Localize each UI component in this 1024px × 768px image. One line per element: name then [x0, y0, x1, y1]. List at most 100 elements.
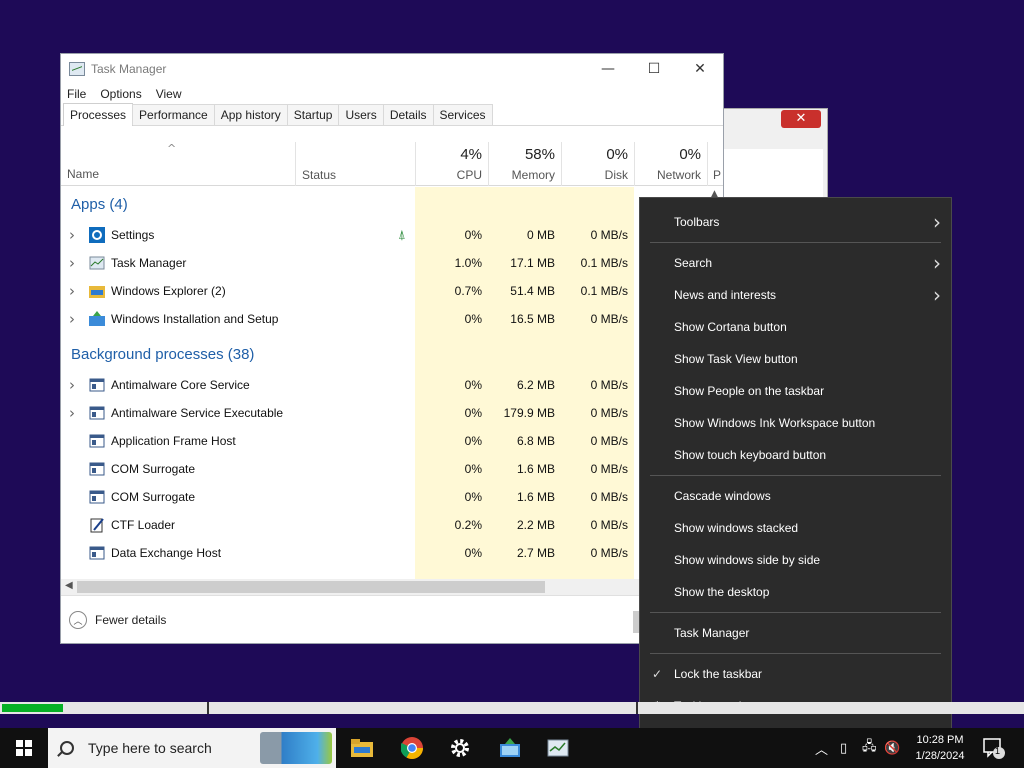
- app-window-icon: [89, 377, 105, 393]
- volume-muted-icon[interactable]: 🔇: [884, 728, 900, 768]
- menu-view[interactable]: View: [156, 87, 182, 101]
- menu-separator: [650, 475, 941, 476]
- menu-item-cascade-windows[interactable]: Cascade windows: [640, 480, 951, 512]
- process-memory: 6.2 MB: [516, 378, 555, 392]
- column-memory[interactable]: 58% Memory: [488, 142, 561, 186]
- notification-count: 1: [995, 746, 1001, 756]
- memory-total: 58%: [524, 146, 555, 163]
- start-button[interactable]: [0, 728, 48, 768]
- fewer-details-button[interactable]: ︿ Fewer details: [69, 611, 166, 629]
- tab-startup[interactable]: Startup: [286, 104, 340, 125]
- menu-item-show-windows-ink-workspace-button[interactable]: Show Windows Ink Workspace button: [640, 407, 951, 439]
- settings-icon[interactable]: [440, 732, 480, 764]
- process-name: Antimalware Service Executable: [111, 406, 284, 420]
- file-explorer-icon[interactable]: [342, 732, 382, 764]
- menu-item-news-and-interests[interactable]: News and interests ›: [640, 279, 951, 311]
- process-row[interactable]: › Antimalware Service Executable 0% 179.9 M…: [61, 399, 723, 427]
- network-total: 0%: [679, 146, 701, 163]
- column-cpu[interactable]: 4% CPU: [415, 142, 488, 186]
- disk-label: Disk: [604, 168, 628, 182]
- column-status[interactable]: Status: [295, 142, 415, 186]
- tab-services[interactable]: Services: [432, 104, 493, 125]
- process-name: Settings: [111, 228, 155, 242]
- close-button[interactable]: ✕: [677, 54, 723, 84]
- process-cpu: 0%: [464, 490, 482, 504]
- menu-item-lock-the-taskbar[interactable]: ✓ Lock the taskbar: [640, 658, 951, 690]
- menu-item-show-people-on-the-taskbar[interactable]: Show People on the taskbar: [640, 375, 951, 407]
- background-group-label: Background processes (38): [71, 345, 255, 363]
- folder-icon: [89, 283, 105, 299]
- column-network[interactable]: 0% Network: [634, 142, 707, 186]
- app-window-icon: [89, 405, 105, 421]
- process-row[interactable]: COM Surrogate 0% 1.6 MB 0 MB/s: [61, 455, 723, 483]
- menu-item-show-task-view-button[interactable]: Show Task View button: [640, 343, 951, 375]
- chevron-right-icon[interactable]: ›: [69, 254, 79, 272]
- tab-processes[interactable]: Processes: [63, 103, 134, 126]
- menu-item-task-manager[interactable]: Task Manager: [640, 617, 951, 649]
- chevron-right-icon[interactable]: ›: [69, 310, 79, 328]
- show-hidden-icons-button[interactable]: ︿: [815, 728, 828, 768]
- title-bar[interactable]: Task Manager — ☐ ✕: [61, 54, 723, 84]
- background-group-row[interactable]: Background processes (38): [61, 339, 723, 369]
- menu-item-show-cortana-button[interactable]: Show Cortana button: [640, 311, 951, 343]
- menu-item-show-touch-keyboard-button[interactable]: Show touch keyboard button: [640, 439, 951, 471]
- chevron-right-icon[interactable]: ›: [69, 282, 79, 300]
- process-row[interactable]: COM Surrogate 0% 1.6 MB 0 MB/s: [61, 483, 723, 511]
- minimize-button[interactable]: —: [585, 54, 631, 84]
- notifications-button[interactable]: 1: [982, 736, 1006, 760]
- network-icon[interactable]: 🖧: [862, 728, 877, 768]
- process-disk: 0 MB/s: [590, 228, 628, 242]
- column-power[interactable]: P: [707, 142, 723, 186]
- process-row[interactable]: › Windows Explorer (2) 0.7% 51.4 MB 0.1 MB/s: [61, 277, 723, 305]
- process-row[interactable]: CTF Loader 0.2% 2.2 MB 0 MB/s: [61, 511, 723, 539]
- tab-app-history[interactable]: App history: [213, 104, 288, 125]
- process-row[interactable]: › Windows Installation and Setup 0% 16.5 MB…: [61, 305, 723, 333]
- column-disk[interactable]: 0% Disk: [561, 142, 634, 186]
- column-name[interactable]: Name: [67, 167, 99, 181]
- menu-item-label: Show Task View button: [674, 352, 798, 366]
- menu-item-toolbars[interactable]: Toolbars ›: [640, 206, 951, 238]
- process-row[interactable]: Application Frame Host 0% 6.8 MB 0 MB/s: [61, 427, 723, 455]
- menu-item-label: Show Windows Ink Workspace button: [674, 416, 876, 430]
- process-row[interactable]: Data Exchange Host 0% 2.7 MB 0 MB/s: [61, 539, 723, 567]
- tab-performance[interactable]: Performance: [132, 104, 215, 125]
- strip-divider: [207, 702, 209, 714]
- search-box[interactable]: Type here to search: [48, 728, 336, 768]
- setup-icon: [89, 311, 105, 327]
- clock[interactable]: 10:28 PM 1/28/2024: [906, 732, 974, 764]
- search-highlight-image[interactable]: [260, 732, 332, 764]
- apps-group-row[interactable]: Apps (4): [61, 189, 723, 219]
- menu-file[interactable]: File: [67, 87, 86, 101]
- chevron-right-icon[interactable]: ›: [69, 376, 79, 394]
- horizontal-scrollbar[interactable]: ◀: [61, 579, 639, 595]
- process-cpu: 1.0%: [454, 256, 482, 270]
- process-disk: 0 MB/s: [590, 406, 628, 420]
- tablet-icon[interactable]: ▯: [840, 728, 847, 768]
- process-row[interactable]: › Task Manager 1.0% 17.1 MB 0.1 MB/s: [61, 249, 723, 277]
- process-disk: 0 MB/s: [590, 434, 628, 448]
- scrollbar-thumb[interactable]: [77, 581, 545, 593]
- tab-details[interactable]: Details: [382, 104, 434, 125]
- taskbar: Type here to search ︿ ▯ 🖧 🔇 10:28 PM 1/2…: [0, 728, 1024, 768]
- chevron-right-icon[interactable]: ›: [69, 404, 79, 422]
- tab-users[interactable]: Users: [338, 104, 384, 125]
- process-row[interactable]: › Antimalware Core Service 0% 6.2 MB 0 MB/s: [61, 371, 723, 399]
- chevron-right-icon[interactable]: ›: [69, 226, 79, 244]
- menu-item-search[interactable]: Search ›: [640, 247, 951, 279]
- fewer-details-label: Fewer details: [95, 613, 167, 627]
- menu-item-show-the-desktop[interactable]: Show the desktop: [640, 576, 951, 608]
- menu-options[interactable]: Options: [100, 87, 141, 101]
- cpu-total: 4%: [460, 146, 482, 163]
- menu-item-show-windows-side-by-side[interactable]: Show windows side by side: [640, 544, 951, 576]
- maximize-button[interactable]: ☐: [631, 54, 677, 84]
- process-row[interactable]: › Settings ⍋ 0% 0 MB 0 MB/s: [61, 221, 723, 249]
- app-window-icon: [89, 461, 105, 477]
- scroll-left-arrow-icon[interactable]: ◀: [65, 580, 73, 591]
- close-icon[interactable]: ✕: [781, 110, 821, 128]
- task-manager-icon[interactable]: [538, 732, 578, 764]
- setup-icon[interactable]: [490, 732, 530, 764]
- menu-item-show-windows-stacked[interactable]: Show windows stacked: [640, 512, 951, 544]
- clock-time: 10:28 PM: [916, 734, 964, 746]
- process-memory: 51.4 MB: [510, 284, 555, 298]
- chrome-icon[interactable]: [392, 732, 432, 764]
